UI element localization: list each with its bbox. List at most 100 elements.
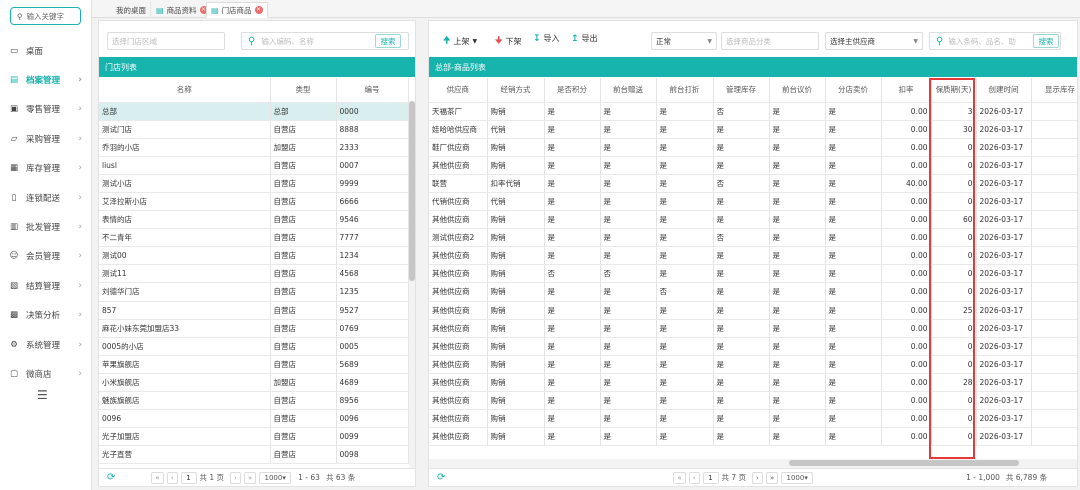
first-page-button[interactable]: « <box>673 471 686 484</box>
column-header[interactable]: 供应商 <box>429 78 488 103</box>
table-row[interactable]: 艾泽拉斯小店 自营店 6666 <box>99 192 409 212</box>
product-search-button[interactable]: 搜索 <box>1033 34 1059 48</box>
sidebar-item-delivery[interactable]: ▯ 连锁配送 › <box>0 183 92 212</box>
sidebar-item-retail[interactable]: ▣ 零售管理 › <box>0 95 92 124</box>
prev-page-button[interactable]: ‹ <box>688 471 700 484</box>
refresh-icon[interactable]: ⟳ <box>107 472 115 483</box>
last-page-button[interactable]: » <box>765 471 779 484</box>
store-table-scrollbar[interactable] <box>409 101 415 469</box>
table-row[interactable]: 其他供应商购销是是是是是是0.0002026-03-170 <box>429 391 1077 411</box>
column-header[interactable]: 经销方式 <box>487 78 545 103</box>
sidebar-item-archive[interactable]: ▤ 档案管理 › <box>0 65 92 94</box>
document-icon: ▤ <box>156 5 164 15</box>
unshelve-button[interactable]: 🠋 下架 <box>495 33 521 49</box>
column-header[interactable]: 前台议价 <box>769 78 826 103</box>
table-row[interactable]: 魅族旗舰店 自营店 8956 <box>99 391 409 411</box>
store-search-button[interactable]: 搜索 <box>375 34 401 48</box>
shelve-button[interactable]: 🠉 上架 ▼ <box>443 33 477 49</box>
category-select[interactable]: 选择商品分类 <box>721 32 819 50</box>
page-size-select[interactable]: 1000 ▾ <box>259 471 292 484</box>
column-header[interactable]: 编号 <box>336 78 409 103</box>
sidebar-item-inventory[interactable]: ▦ 库存管理 › <box>0 154 92 183</box>
export-button[interactable]: ↥ 导出 <box>571 33 598 44</box>
sidebar-search-input[interactable]: ⚲ 输入关键字 <box>10 7 81 25</box>
page-number-input[interactable]: 1 <box>180 471 197 484</box>
table-row[interactable]: 测试门店 自营店 8888 <box>99 120 409 139</box>
table-row[interactable]: 其他供应商购销是是是是是是0.0002026-03-170 <box>429 319 1077 338</box>
table-row[interactable]: 其他供应商购销是是是是是是0.00252026-03-170 <box>429 301 1077 320</box>
column-header[interactable]: 分店卖价 <box>825 78 882 103</box>
table-row[interactable]: 测试00 自营店 1234 <box>99 246 409 266</box>
refresh-icon[interactable]: ⟳ <box>437 472 445 483</box>
sidebar-item-shop[interactable]: ▢ 微商店 › <box>0 359 92 388</box>
supplier-select[interactable]: 选择主供应商 ▼ <box>825 32 923 50</box>
table-row[interactable]: 小米旗舰店 加盟店 4689 <box>99 373 409 393</box>
column-header[interactable]: 名称 <box>99 78 271 103</box>
table-row[interactable]: 表情的店 自营店 9546 <box>99 210 409 230</box>
table-row[interactable]: 刘德华门店 自营店 1235 <box>99 282 409 302</box>
table-row[interactable]: 其他供应商购销是是是是是是0.00282026-03-170 <box>429 373 1077 393</box>
table-row[interactable]: 其他供应商购销是是是是是是0.0002026-03-170 <box>429 355 1077 374</box>
page-size-select[interactable]: 1000 ▾ <box>781 471 814 484</box>
table-row[interactable]: 测试11 自营店 4568 <box>99 264 409 284</box>
sidebar-item-member[interactable]: ☺ 会员管理 › <box>0 242 92 271</box>
tab-store-products[interactable]: ▤ 门店商品 × <box>206 2 268 18</box>
table-row[interactable]: 不二青年 自营店 7777 <box>99 228 409 248</box>
column-header[interactable]: 类型 <box>270 78 337 103</box>
table-row[interactable]: 麻花小妹东莞加盟店33 自营店 0769 <box>99 319 409 338</box>
table-row[interactable]: 其他供应商购销是是否是是是0.0002026-03-170 <box>429 282 1077 302</box>
table-row[interactable]: 857 自营店 9527 <box>99 301 409 320</box>
column-header[interactable]: 前台赠送 <box>600 78 657 103</box>
table-row[interactable]: 0005的小店 自营店 0005 <box>99 337 409 356</box>
table-row[interactable]: 联营扣率代销是是是否是是40.0002026-03-170 <box>429 174 1077 193</box>
scrollbar-thumb[interactable] <box>409 101 415 281</box>
sidebar-item-settlement[interactable]: ▧ 结算管理 › <box>0 271 92 300</box>
table-row[interactable]: 光子直营 自营店 0098 <box>99 445 409 465</box>
table-row[interactable]: 其他供应商购销是是是是是是0.0002026-03-170 <box>429 246 1077 266</box>
last-page-button[interactable]: » <box>243 471 257 484</box>
table-row[interactable]: 其他供应商购销是是是是是是0.0002026-03-170 <box>429 337 1077 356</box>
table-row[interactable]: 天福茶厂购销是是是否是是0.0032026-03-170 <box>429 102 1077 121</box>
import-button[interactable]: ↧ 导入 <box>533 33 560 44</box>
next-page-button[interactable]: › <box>752 471 763 484</box>
column-header[interactable]: 管理库存 <box>713 78 770 103</box>
status-select[interactable]: 正常 ▼ <box>651 32 717 50</box>
table-row[interactable]: 光子加盟店 自营店 0099 <box>99 427 409 447</box>
first-page-button[interactable]: « <box>151 471 164 484</box>
column-header[interactable]: 显示库存 <box>1031 78 1077 103</box>
column-header[interactable]: 是否积分 <box>544 78 601 103</box>
column-header[interactable]: 前台打折 <box>656 78 714 103</box>
collapse-menu-icon[interactable]: ☰ <box>37 388 48 402</box>
sidebar-item-system[interactable]: ⚙ 系统管理 › <box>0 330 92 359</box>
sidebar-item-purchase[interactable]: ▱ 采购管理 › <box>0 124 92 153</box>
store-area-select[interactable]: 选择门店区域 <box>107 32 225 50</box>
table-row[interactable]: 苹果旗舰店 自营店 5689 <box>99 355 409 374</box>
table-row[interactable]: 鞋厂供应商购销是是是是是是0.0002026-03-170 <box>429 138 1077 157</box>
table-row[interactable]: 总部 总部 0000 <box>99 102 409 121</box>
tab-my-desktop[interactable]: 我的桌面 <box>112 2 151 18</box>
next-page-button[interactable]: › <box>230 471 241 484</box>
table-row[interactable]: 测试供应商2购销是是是否是是0.0002026-03-170 <box>429 228 1077 248</box>
horizontal-scrollbar[interactable] <box>429 459 1077 468</box>
sidebar-item-wholesale[interactable]: ▥ 批发管理 › <box>0 212 92 241</box>
close-icon[interactable]: × <box>254 6 263 14</box>
table-row[interactable]: 其他供应商购销否否是是是是0.0002026-03-170 <box>429 264 1077 284</box>
prev-page-button[interactable]: ‹ <box>166 471 178 484</box>
column-header[interactable]: 扣率 <box>881 78 932 103</box>
table-row[interactable]: 测试小店 自营店 9999 <box>99 174 409 193</box>
table-row[interactable]: 娃哈哈供应商代销是是是是是是0.00302026-03-170 <box>429 120 1077 139</box>
table-row[interactable]: 其他供应商购销是是是是是是0.00602026-03-170 <box>429 210 1077 230</box>
table-row[interactable]: 0096 自营店 0096 <box>99 409 409 429</box>
table-row[interactable]: liusl 自营店 0007 <box>99 156 409 175</box>
sidebar-item-analysis[interactable]: ▩ 决策分析 › <box>0 301 92 330</box>
table-row[interactable]: 其他供应商购销是是是是是是0.0002026-03-170 <box>429 409 1077 429</box>
table-row[interactable]: 代销供应商代销是是是是是是0.0002026-03-170 <box>429 192 1077 212</box>
table-row[interactable]: 其他供应商购销是是是是是是0.0002026-03-170 <box>429 156 1077 175</box>
tab-product-info[interactable]: ▤ 商品资料 × <box>152 2 213 18</box>
column-header[interactable]: 创建时间 <box>976 78 1032 103</box>
page-number-input[interactable]: 1 <box>702 471 719 484</box>
scrollbar-thumb[interactable] <box>789 460 1019 466</box>
table-row[interactable]: 其他供应商购销是是是是是是0.0002026-03-170 <box>429 427 1077 447</box>
sidebar-item-desktop[interactable]: ▭ 桌面 <box>0 36 92 65</box>
table-row[interactable]: 乔羽的小店 加盟店 2333 <box>99 138 409 157</box>
